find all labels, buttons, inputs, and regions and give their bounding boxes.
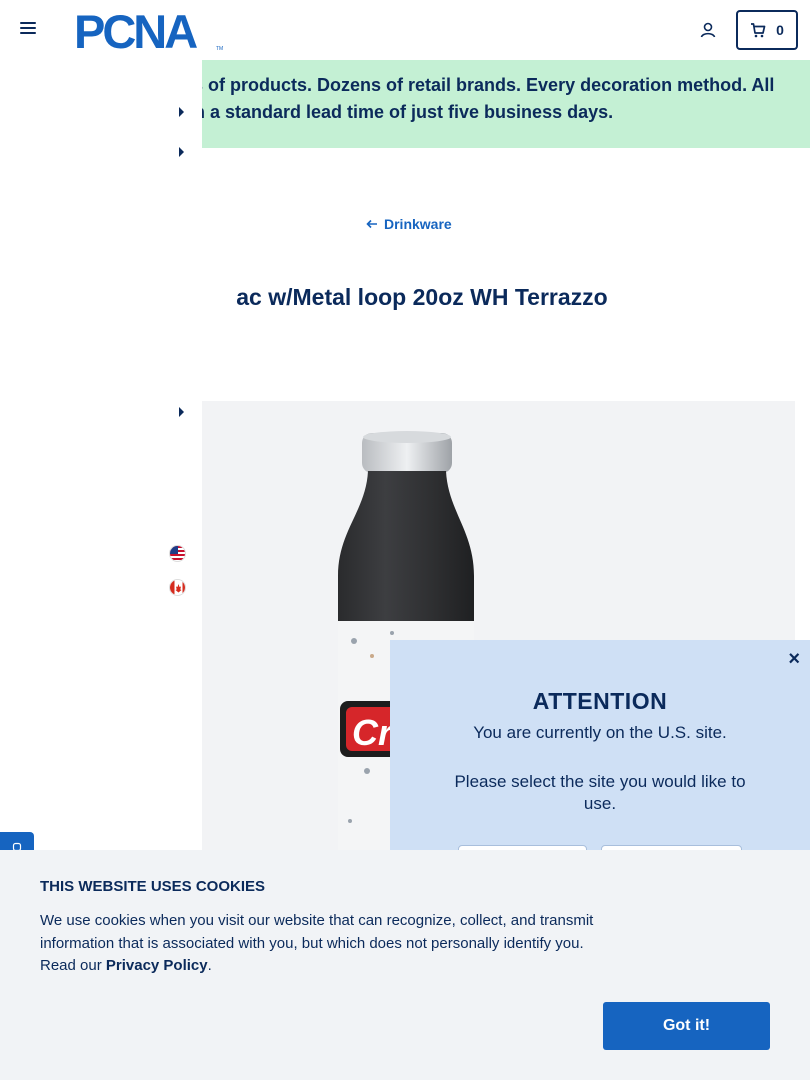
account-icon[interactable] <box>698 20 718 40</box>
caret-right-icon[interactable] <box>179 147 184 157</box>
pcna-logo[interactable]: PCNA TM <box>74 8 224 52</box>
got-it-button[interactable]: Got it! <box>603 1002 770 1050</box>
announcement-banner: ls of products. Dozens of retail brands.… <box>202 60 810 148</box>
caret-right-icon[interactable] <box>179 107 184 117</box>
product-title: ac w/Metal loop 20oz WH Terrazzo <box>236 284 608 310</box>
site-header: PCNA TM 0 <box>0 0 810 60</box>
cart-count: 0 <box>776 22 784 38</box>
modal-message: You are currently on the U.S. site. <box>473 723 727 742</box>
cart-button[interactable]: 0 <box>736 10 798 50</box>
cookie-text: We use cookies when you visit our websit… <box>40 912 594 974</box>
svg-text:PCNA: PCNA <box>74 8 197 52</box>
canada-flag-icon[interactable] <box>169 579 186 596</box>
banner-line-2: th a standard lead time of just five bus… <box>202 102 614 122</box>
cart-icon <box>751 23 766 38</box>
modal-title: ATTENTION <box>532 688 668 714</box>
menu-icon[interactable] <box>20 22 36 38</box>
caret-right-icon[interactable] <box>179 407 184 417</box>
modal-prompt: Please select the site you would like to… <box>454 772 746 813</box>
arrow-left-icon <box>366 219 377 229</box>
close-icon[interactable]: × <box>788 648 800 671</box>
breadcrumb-label: Drinkware <box>384 216 452 232</box>
banner-line-1: ls of products. Dozens of retail brands.… <box>202 75 775 95</box>
privacy-policy-link[interactable]: Privacy Policy <box>106 957 208 974</box>
svg-text:Cr: Cr <box>352 712 394 753</box>
us-flag-icon[interactable] <box>169 545 186 562</box>
cookie-title: THIS WEBSITE USES COOKIES <box>40 878 266 895</box>
breadcrumb-back-link[interactable]: Drinkware <box>366 216 452 232</box>
cookie-banner: THIS WEBSITE USES COOKIES We use cookies… <box>0 850 810 1080</box>
svg-text:TM: TM <box>216 46 223 52</box>
